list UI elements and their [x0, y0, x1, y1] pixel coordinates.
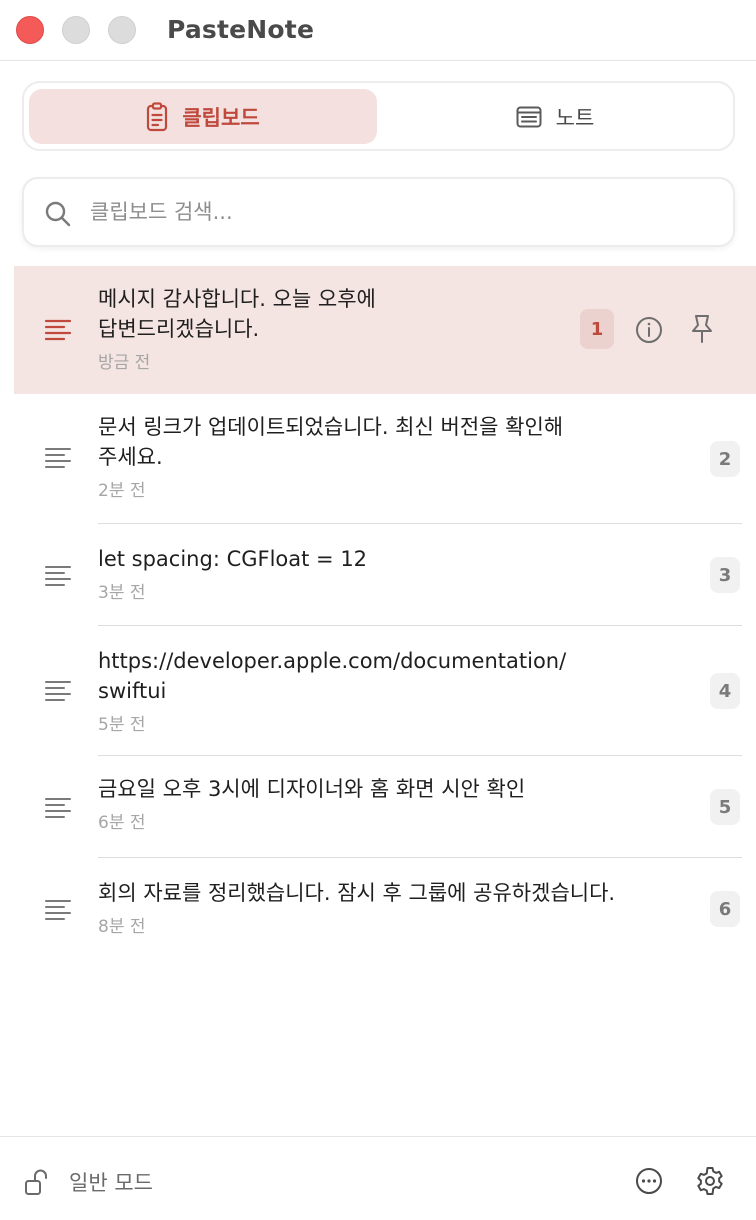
ellipsis-circle-icon[interactable] [634, 1166, 664, 1200]
clip-item-selected[interactable]: 메시지 감사합니다. 오늘 오후에 답변드리겠습니다. 방금 전 1 [14, 266, 756, 394]
search-input[interactable] [90, 189, 710, 235]
clip-index-badge: 6 [710, 891, 740, 927]
clip-index-badge: 1 [580, 309, 614, 349]
clip-content: 메시지 감사합니다. 오늘 오후에 답변드리겠습니다. 방금 전 [98, 284, 376, 373]
note-icon [516, 106, 542, 128]
clip-content: let spacing: CGFloat = 12 3분 전 [98, 544, 367, 603]
unlock-icon[interactable] [24, 1168, 50, 1200]
clip-text-line: swiftui [98, 679, 167, 703]
window-zoom-button[interactable] [108, 16, 136, 44]
view-segmented-control: 클립보드 노트 [22, 81, 735, 151]
clip-list: 메시지 감사합니다. 오늘 오후에 답변드리겠습니다. 방금 전 1 문서 링크… [0, 266, 756, 960]
clip-content: 회의 자료를 정리했습니다. 잠시 후 그룹에 공유하겠습니다. 8분 전 [98, 878, 615, 937]
clip-text-line: 금요일 오후 3시에 디자이너와 홈 화면 시안 확인 [98, 777, 526, 801]
clip-text-line: 주세요. [98, 445, 163, 469]
gear-icon[interactable] [694, 1165, 726, 1201]
title-bar: PasteNote [0, 0, 756, 61]
mode-label[interactable]: 일반 모드 [69, 1167, 153, 1197]
list-item[interactable]: let spacing: CGFloat = 12 3분 전 3 [0, 524, 756, 626]
list-item[interactable]: https://developer.apple.com/documentatio… [0, 626, 756, 756]
clip-text-line: 메시지 감사합니다. 오늘 오후에 [98, 287, 376, 311]
list-item[interactable]: 금요일 오후 3시에 디자이너와 홈 화면 시안 확인 6분 전 5 [0, 756, 756, 858]
tab-notes[interactable]: 노트 [381, 89, 729, 144]
footer-bar: 일반 모드 [0, 1136, 756, 1220]
clip-text-line: 문서 링크가 업데이트되었습니다. 최신 버전을 확인해 [98, 415, 564, 439]
tab-clipboard[interactable]: 클립보드 [29, 89, 377, 144]
text-lines-icon [44, 564, 72, 592]
clip-text-line: 답변드리겠습니다. [98, 317, 260, 341]
clip-index-badge: 3 [710, 557, 740, 593]
text-lines-icon [44, 679, 72, 707]
clip-index-badge: 5 [710, 789, 740, 825]
tab-clipboard-label: 클립보드 [182, 105, 260, 130]
clip-index-badge: 2 [710, 441, 740, 477]
list-item[interactable]: 회의 자료를 정리했습니다. 잠시 후 그룹에 공유하겠습니다. 8분 전 6 [0, 858, 756, 960]
text-lines-icon [44, 898, 72, 926]
clip-index-badge: 4 [710, 673, 740, 709]
info-icon[interactable] [634, 315, 664, 345]
clip-content: 금요일 오후 3시에 디자이너와 홈 화면 시안 확인 6분 전 [98, 774, 525, 833]
clip-timestamp: 3분 전 [98, 583, 146, 603]
clip-timestamp: 8분 전 [98, 917, 146, 937]
window-minimize-button[interactable] [62, 16, 90, 44]
clip-text-line: https://developer.apple.com/documentatio… [98, 649, 567, 673]
text-lines-icon [44, 318, 72, 346]
text-lines-icon [44, 446, 72, 474]
clip-timestamp: 5분 전 [98, 715, 146, 735]
search-bar [22, 177, 735, 247]
pin-icon[interactable] [688, 313, 716, 345]
text-lines-icon [44, 796, 72, 824]
clipboard-icon [146, 101, 168, 132]
clip-timestamp: 방금 전 [98, 353, 151, 373]
clip-content: 문서 링크가 업데이트되었습니다. 최신 버전을 확인해 주세요. 2분 전 [98, 412, 563, 501]
clip-text-line: 회의 자료를 정리했습니다. 잠시 후 그룹에 공유하겠습니다. [98, 881, 616, 905]
search-icon [44, 200, 72, 232]
tab-notes-label: 노트 [555, 105, 595, 130]
clip-content: https://developer.apple.com/documentatio… [98, 646, 566, 735]
clip-text-line: let spacing: CGFloat = 12 [98, 547, 368, 571]
list-item[interactable]: 문서 링크가 업데이트되었습니다. 최신 버전을 확인해 주세요. 2분 전 2 [0, 394, 756, 524]
clip-timestamp: 6분 전 [98, 813, 146, 833]
clip-timestamp: 2분 전 [98, 481, 146, 501]
app-title: PasteNote [167, 15, 315, 44]
window-close-button[interactable] [16, 16, 44, 44]
